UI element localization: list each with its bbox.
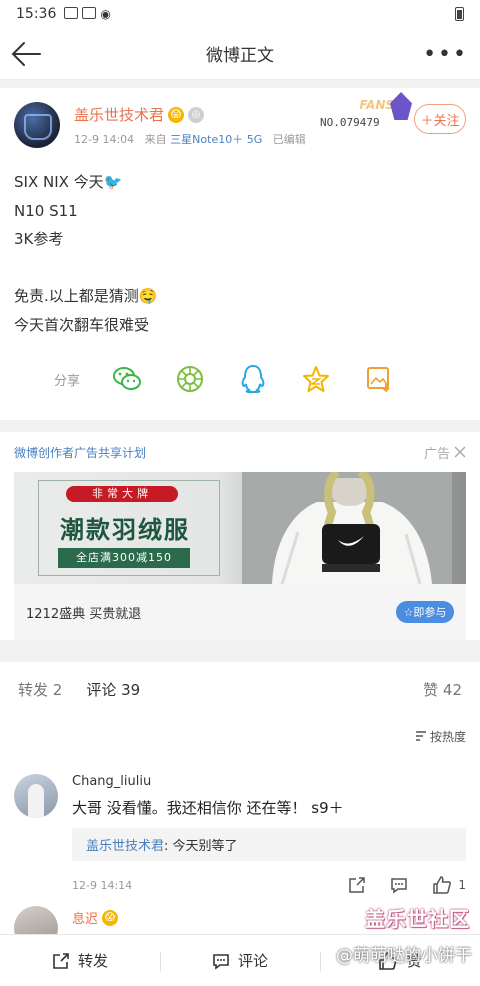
repost-icon: [53, 952, 69, 969]
sort-icon: [415, 731, 426, 741]
ad-close-button[interactable]: 广告: [424, 443, 466, 462]
commenter-avatar[interactable]: [14, 774, 58, 818]
repost-label: 转发: [77, 952, 108, 970]
author-info: 盖乐世技术君 😱 ◎ 12-9 14:04 来自 三星Note10＋ 5G 已编…: [74, 102, 306, 147]
notification-icon: [64, 7, 79, 19]
vip-face-badge-icon: 😱: [168, 106, 185, 123]
comment-actions: 1: [348, 876, 466, 894]
ad-join-button[interactable]: ☆即参与: [396, 601, 454, 623]
status-icons: ◉: [64, 7, 111, 21]
comment-repost-button[interactable]: [348, 876, 366, 894]
post-author-row: 盖乐世技术君 😱 ◎ 12-9 14:04 来自 三星Note10＋ 5G 已编…: [14, 92, 466, 154]
commenter-name-text: 息迟: [72, 912, 99, 927]
ad-promo: 全店满300减150: [58, 548, 190, 568]
fans-card: FANS NO.079479: [316, 92, 412, 136]
comment-footer: 12-9 14:14 1: [72, 875, 466, 895]
post-tabs: 转发 2 评论 39 赞 42: [0, 662, 480, 720]
reply-author[interactable]: 盖乐世技术君: [86, 839, 164, 854]
qq-icon[interactable]: [238, 364, 268, 394]
post-line: SIX NIX 今天🐦: [14, 173, 123, 191]
post-line: 今天首次翻车很难受: [14, 315, 150, 334]
weibo-post: 盖乐世技术君 😱 ◎ 12-9 14:04 来自 三星Note10＋ 5G 已编…: [0, 88, 480, 420]
watermark-user: @萌萌哒的小饼干: [336, 946, 472, 966]
app-notification-icon: [82, 7, 97, 19]
comment-item: Chang_liuliu 大哥 没看懂。我还相信你 还在等！ s9＋ 盖乐世技术…: [14, 756, 466, 895]
author-name[interactable]: 盖乐世技术君 😱 ◎: [74, 104, 306, 125]
ad-plan-link[interactable]: 微博创作者广告共享计划: [14, 444, 146, 461]
sort-toggle[interactable]: 按热度: [14, 716, 466, 756]
top-nav-bar: 微博正文 •••: [0, 28, 480, 80]
ad-sale-tag: 非常大牌: [66, 486, 178, 502]
comment-item: 息迟 😱: [14, 906, 119, 950]
comment-label: 评论: [237, 952, 268, 970]
ad-slogan: 1212盛典 买贵就退: [26, 606, 142, 622]
comment-button[interactable]: 评论: [160, 950, 320, 972]
commenter-name[interactable]: Chang_liuliu: [72, 774, 466, 789]
post-content: SIX NIX 今天🐦 N10 S11 3K参考 免责.以上都是猜测🤤 今天首次…: [14, 168, 466, 339]
post-from-label: 来自: [144, 133, 167, 146]
vip-face-badge-icon: 😱: [102, 909, 119, 926]
post-device[interactable]: 三星Note10＋ 5G: [170, 133, 262, 146]
sort-label: 按热度: [429, 729, 466, 744]
moments-icon[interactable]: [175, 364, 205, 394]
comment-like-count: 1: [458, 878, 466, 892]
comment-text[interactable]: 大哥 没看懂。我还相信你 还在等！ s9＋: [72, 797, 466, 818]
back-button[interactable]: [10, 40, 42, 68]
post-line: [14, 254, 466, 283]
battery-icon: [455, 7, 464, 21]
commenter-name[interactable]: 息迟 😱: [72, 906, 119, 927]
author-name-text: 盖乐世技术君: [74, 106, 165, 124]
repost-button[interactable]: 转发: [0, 950, 160, 971]
reply-icon: [391, 878, 408, 894]
comment-reply-button[interactable]: [390, 876, 408, 894]
close-icon: [454, 446, 466, 458]
fans-emblem-icon: [390, 92, 412, 120]
fans-label: FANS: [359, 98, 394, 112]
ad-banner-image[interactable]: 非常大牌 潮款羽绒服 全店满300减150: [14, 472, 466, 584]
thumbs-up-icon: [433, 876, 452, 894]
wechat-icon[interactable]: [112, 364, 142, 394]
ad-card[interactable]: 微博创作者广告共享计划 广告 非常大牌 潮款羽绒服 全店满300减150 121…: [0, 432, 480, 640]
more-options-button[interactable]: •••: [423, 42, 468, 67]
ad-header: 微博创作者广告共享计划 广告: [14, 432, 466, 472]
post-edited-label[interactable]: 已编辑: [273, 133, 306, 146]
ad-footer: 1212盛典 买贵就退 ☆即参与: [14, 584, 466, 640]
status-time: 15:36: [16, 6, 57, 22]
post-time: 12-9 14:04: [74, 133, 135, 146]
share-label: 分享: [54, 373, 81, 389]
page-title: 微博正文: [206, 46, 274, 66]
tab-comment[interactable]: 评论 39: [86, 679, 140, 720]
comment-like-button[interactable]: 1: [432, 876, 466, 894]
author-avatar[interactable]: [14, 102, 60, 148]
watermark-brand: 盖乐世社区: [365, 907, 470, 931]
tab-repost[interactable]: 转发 2: [18, 679, 62, 700]
ad-headline: 潮款羽绒服: [60, 516, 190, 544]
ad-label: 广告: [423, 446, 450, 462]
post-line: 免责.以上都是猜测🤤: [14, 287, 158, 305]
repost-icon: [349, 877, 366, 893]
status-bar: 15:36 ◉: [0, 0, 480, 28]
comment-time: 12-9 14:14: [72, 878, 133, 892]
comment-reply-preview[interactable]: 盖乐世技术君: 今天别等了: [72, 828, 466, 861]
post-line: 3K参考: [14, 230, 64, 248]
tab-like[interactable]: 赞 42: [423, 679, 462, 700]
share-row: 分享: [0, 364, 480, 394]
qzone-icon[interactable]: [301, 364, 331, 394]
post-meta: 12-9 14:04 来自 三星Note10＋ 5G 已编辑: [74, 131, 306, 147]
follow-button[interactable]: ＋关注: [414, 104, 466, 134]
ad-model-photo: [242, 472, 452, 584]
back-arrow-icon: [11, 42, 41, 66]
weibo-notification-icon: ◉: [100, 7, 111, 21]
member-medal-icon: ◎: [188, 106, 205, 123]
post-line: N10 S11: [14, 201, 78, 220]
fans-number: NO.079479: [320, 116, 380, 129]
save-image-icon[interactable]: [364, 364, 394, 394]
reply-text: : 今天别等了: [164, 839, 238, 854]
comment-icon: [213, 953, 229, 970]
